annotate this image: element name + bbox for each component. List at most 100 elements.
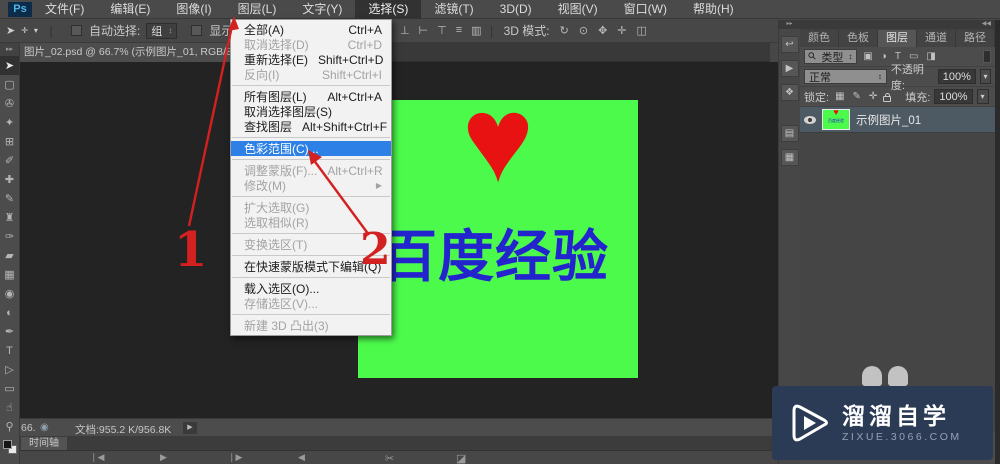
menu-item-reselect[interactable]: 重新选择(E) Shift+Ctrl+D xyxy=(231,52,391,68)
lasso-tool[interactable]: ✇ xyxy=(0,94,19,113)
menu-help[interactable]: 帮助(H) xyxy=(680,0,747,19)
healing-brush-tool[interactable]: ✚ xyxy=(0,170,19,189)
menu-item-all-layers[interactable]: 所有图层(L) Alt+Ctrl+A xyxy=(231,89,391,105)
menu-image[interactable]: 图像(I) xyxy=(163,0,224,19)
menu-item-load-selection[interactable]: 载入选区(O)... xyxy=(231,281,391,296)
menu-item-find-layers[interactable]: 查找图层 Alt+Shift+Ctrl+F xyxy=(231,119,391,135)
path-select-tool[interactable]: ▷ xyxy=(0,360,19,379)
menu-item-select-all[interactable]: 全部(A) Ctrl+A xyxy=(231,22,391,38)
split-clip-icon[interactable]: ✂ xyxy=(385,452,394,464)
auto-select-combo[interactable]: 组 ↕ xyxy=(146,22,178,39)
pen-tool[interactable]: ✒ xyxy=(0,322,19,341)
move-tool[interactable]: ➤ xyxy=(0,56,19,75)
3d-drag-icon[interactable]: ✥ xyxy=(598,24,607,37)
menu-item-save-selection[interactable]: 存储选区(V)... xyxy=(231,296,391,311)
layer-thumbnail[interactable]: ♥ 百度经验 xyxy=(822,109,850,130)
align-top-icon[interactable]: ⊤ xyxy=(437,24,447,37)
dodge-tool[interactable]: ◐ xyxy=(0,303,19,322)
document-canvas[interactable]: ♥ 百度经验 xyxy=(358,100,638,378)
history-panel-icon[interactable]: ↩ xyxy=(780,36,799,53)
timeline-tab[interactable]: 时间轴 xyxy=(21,437,67,450)
paragraph-panel-icon[interactable]: ▦ xyxy=(780,149,799,166)
tab-color[interactable]: 颜色 xyxy=(800,30,839,47)
align-right-icon[interactable]: ⊢ xyxy=(419,24,429,37)
eyedropper-tool[interactable]: ✐ xyxy=(0,151,19,170)
gradient-tool[interactable]: ▦ xyxy=(0,265,19,284)
status-menu-button[interactable]: ▶ xyxy=(183,422,197,434)
menu-item-deselect-layers[interactable]: 取消选择图层(S) xyxy=(231,104,391,119)
blend-mode-combo[interactable]: 正常 ↕ xyxy=(804,69,887,84)
3d-scale-icon[interactable]: ◫ xyxy=(637,24,647,37)
auto-select-checkbox[interactable] xyxy=(71,25,82,36)
align-bottom-icon[interactable]: ⊥ xyxy=(400,24,410,37)
play-icon[interactable]: ▶ xyxy=(160,452,167,463)
menu-3d[interactable]: 3D(D) xyxy=(487,0,545,19)
hand-tool[interactable]: ☝ xyxy=(0,398,19,417)
menu-item-refine-mask[interactable]: 调整蒙版(F)... Alt+Ctrl+R xyxy=(231,163,391,179)
menu-item-modify[interactable]: 修改(M) ▶ xyxy=(231,178,391,193)
3d-slide-icon[interactable]: ✛ xyxy=(617,24,626,37)
show-transform-checkbox[interactable] xyxy=(191,25,203,36)
character-panel-icon[interactable]: ▤ xyxy=(780,125,799,142)
menu-item-grow[interactable]: 扩大选取(G) xyxy=(231,200,391,215)
menu-layer[interactable]: 图层(L) xyxy=(225,0,290,19)
crop-tool[interactable]: ⊞ xyxy=(0,132,19,151)
menu-edit[interactable]: 编辑(E) xyxy=(97,0,163,19)
first-frame-icon[interactable]: ❘◀ xyxy=(90,452,104,463)
menu-file[interactable]: 文件(F) xyxy=(32,0,97,19)
strip-collapse-icon[interactable]: ▸▸ xyxy=(779,20,800,29)
tab-layers[interactable]: 图层 xyxy=(878,30,917,47)
3d-rotate-icon[interactable]: ↻ xyxy=(560,24,569,37)
3d-roll-icon[interactable]: ⊙ xyxy=(579,24,588,37)
menu-filter[interactable]: 滤镜(T) xyxy=(421,0,486,19)
filter-adjustment-layers-icon[interactable]: ◑ xyxy=(881,51,887,62)
menu-item-color-range[interactable]: 色彩范围(C)... xyxy=(231,141,391,156)
actions-panel-icon[interactable]: ▶ xyxy=(780,60,799,77)
opacity-dropdown-icon[interactable]: ▾ xyxy=(979,69,991,84)
document-tab[interactable]: 图片_02.psd @ 66.7% (示例图片_01, RGB/8#) * × xyxy=(20,43,246,62)
lock-pixels-icon[interactable]: ✎ xyxy=(853,91,861,102)
menu-window[interactable]: 窗口(W) xyxy=(611,0,680,19)
menu-item-inverse[interactable]: 反向(I) Shift+Ctrl+I xyxy=(231,67,391,83)
menu-item-quick-mask[interactable]: 在快速蒙版模式下编辑(Q) xyxy=(231,259,391,274)
menu-item-similar[interactable]: 选取相似(R) xyxy=(231,215,391,230)
filter-switch[interactable] xyxy=(983,50,991,63)
next-frame-icon[interactable]: ❘▶ xyxy=(228,452,242,463)
brush-tool[interactable]: ✎ xyxy=(0,189,19,208)
zoom-level-field[interactable]: 66.67% xyxy=(21,422,36,434)
menu-type[interactable]: 文字(Y) xyxy=(289,0,355,19)
align-center-icon[interactable]: ≡ xyxy=(456,24,462,37)
lock-all-icon[interactable] xyxy=(883,92,892,102)
distribute-icon[interactable]: ▥ xyxy=(471,24,481,37)
menu-select[interactable]: 选择(S) xyxy=(355,0,422,19)
filter-pixel-layers-icon[interactable]: ▣ xyxy=(863,51,872,62)
menu-item-transform-selection[interactable]: 变换选区(T) xyxy=(231,237,391,252)
marquee-tool[interactable]: ▢ xyxy=(0,75,19,94)
clone-stamp-tool[interactable]: ♜ xyxy=(0,208,19,227)
blur-tool[interactable]: ◉ xyxy=(0,284,19,303)
opacity-value[interactable]: 100% xyxy=(937,69,976,84)
layer-visibility-eye-icon[interactable] xyxy=(804,115,816,124)
menu-view[interactable]: 视图(V) xyxy=(545,0,611,19)
tab-channels[interactable]: 通道 xyxy=(917,30,956,47)
menu-item-deselect[interactable]: 取消选择(D) Ctrl+D xyxy=(231,37,391,53)
menu-item-new-3d-extrusion[interactable]: 新建 3D 凸出(3) xyxy=(231,318,391,333)
preset-dropdown-icon[interactable]: ▾ xyxy=(34,26,38,35)
shape-tool[interactable]: ▭ xyxy=(0,379,19,398)
zoom-tool[interactable]: ⚲ xyxy=(0,417,19,436)
fill-value[interactable]: 100% xyxy=(934,89,973,104)
lock-position-icon[interactable]: ✛ xyxy=(869,91,877,102)
tab-paths[interactable]: 路径 xyxy=(956,30,995,47)
history-brush-tool[interactable]: ✑ xyxy=(0,227,19,246)
eraser-tool[interactable]: ▰ xyxy=(0,246,19,265)
properties-panel-icon[interactable]: ❖ xyxy=(780,84,799,101)
dock-collapse-icon[interactable]: ◀◀ xyxy=(800,20,995,29)
filter-type-combo[interactable]: ⚲ 类型 ↕ xyxy=(804,49,858,64)
layer-row[interactable]: ♥ 百度经验 示例图片_01 xyxy=(800,107,995,133)
prev-frame-icon[interactable]: ◀ xyxy=(298,452,305,463)
transition-icon[interactable]: ◪ xyxy=(456,452,466,464)
fill-dropdown-icon[interactable]: ▾ xyxy=(976,89,989,104)
type-tool[interactable]: T xyxy=(0,341,19,360)
tab-swatches[interactable]: 色板 xyxy=(839,30,878,47)
lock-transparency-icon[interactable]: ▦ xyxy=(835,91,844,102)
